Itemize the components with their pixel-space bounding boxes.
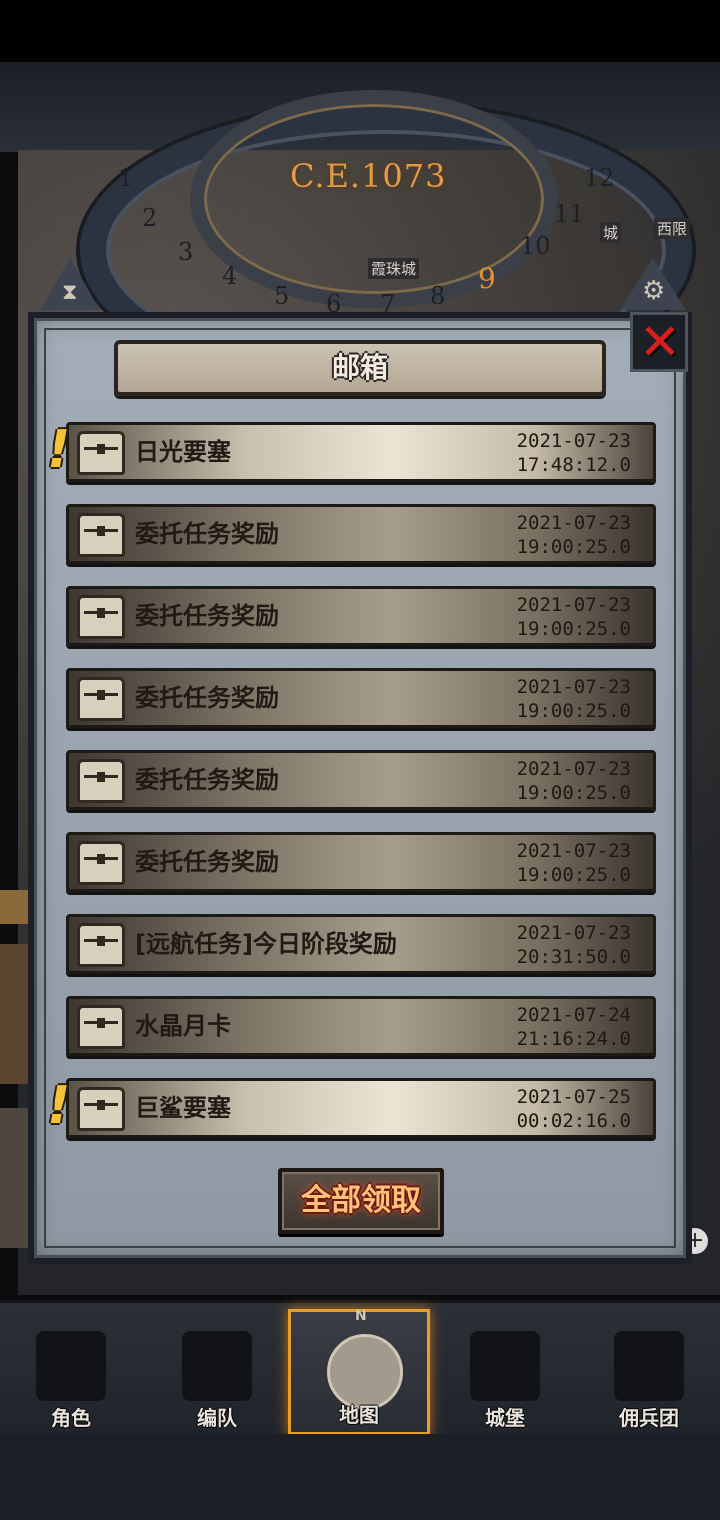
nav-label: 编队 <box>197 1406 237 1430</box>
selected-month[interactable]: 9 <box>478 262 496 295</box>
mail-timestamp: 2021-07-23 20:31:50.0 <box>516 922 631 968</box>
chest-icon <box>77 1005 125 1049</box>
dial-number: 8 <box>430 282 446 310</box>
exclamation-icon: ! <box>41 1076 76 1136</box>
mail-title: 委托任务奖励 <box>135 602 279 630</box>
mail-timestamp: 2021-07-25 00:02:16.0 <box>516 1086 631 1132</box>
tab-mercenary[interactable]: 佣兵团 <box>578 1309 720 1435</box>
dial-number: 5 <box>274 282 290 310</box>
mail-title: 委托任务奖励 <box>135 848 279 876</box>
dial-number: 4 <box>222 262 238 290</box>
mail-item[interactable]: 委托任务奖励 2021-07-23 19:00:25.0 <box>66 750 656 810</box>
mail-timestamp: 2021-07-23 19:00:25.0 <box>516 594 631 640</box>
mail-timestamp: 2021-07-23 19:00:25.0 <box>516 758 631 804</box>
chest-icon <box>77 841 125 885</box>
dial-number: 1 <box>118 164 134 192</box>
compass-north-label: N <box>355 1308 367 1324</box>
tab-castle[interactable]: 城堡 <box>434 1309 576 1435</box>
mail-title: 巨鲨要塞 <box>135 1094 231 1122</box>
castle-icon <box>470 1331 540 1401</box>
mail-item[interactable]: 巨鲨要塞 2021-07-25 00:02:16.0 <box>66 1078 656 1138</box>
nav-label: 城堡 <box>485 1406 525 1430</box>
dial-number: 3 <box>178 238 194 266</box>
mail-title: 委托任务奖励 <box>135 766 279 794</box>
map-town-label: 霞珠城 <box>368 258 420 279</box>
chest-icon <box>77 595 125 639</box>
chest-icon <box>77 923 125 967</box>
mail-item[interactable]: 水晶月卡 2021-07-24 21:16:24.0 <box>66 996 656 1056</box>
dial-number: 11 <box>554 200 585 228</box>
chest-icon <box>77 431 125 475</box>
era-year: C.E.1073 <box>290 157 447 195</box>
mail-title: 委托任务奖励 <box>135 520 279 548</box>
mail-title: 日光要塞 <box>135 438 231 466</box>
tab-formation[interactable]: 编队 <box>146 1309 288 1435</box>
nav-label: 地图 <box>339 1403 379 1427</box>
side-portrait[interactable] <box>0 944 30 1084</box>
mail-timestamp: 2021-07-23 19:00:25.0 <box>516 512 631 558</box>
mail-timestamp: 2021-07-23 19:00:25.0 <box>516 676 631 722</box>
map-town-label: 西限 <box>654 218 691 239</box>
mail-title: 水晶月卡 <box>135 1012 231 1040</box>
nav-label: 角色 <box>51 1406 91 1430</box>
chest-icon <box>77 1087 125 1131</box>
banner-icon <box>614 1331 684 1401</box>
close-icon: ✕ <box>639 313 681 371</box>
dial-number: 10 <box>520 232 551 260</box>
claim-all-label: 全部领取 <box>301 1183 421 1218</box>
mail-title: [远航任务]今日阶段奖励 <box>135 930 397 958</box>
claim-all-button[interactable]: 全部领取 <box>278 1168 444 1234</box>
side-target-icon[interactable] <box>0 890 30 924</box>
mail-timestamp: 2021-07-23 19:00:25.0 <box>516 840 631 886</box>
system-nav-area <box>0 1434 720 1520</box>
chest-icon <box>77 759 125 803</box>
side-portrait[interactable] <box>0 1108 30 1248</box>
mail-item[interactable]: 委托任务奖励 2021-07-23 19:00:25.0 <box>66 504 656 564</box>
status-bar <box>0 0 720 62</box>
mail-item[interactable]: 委托任务奖励 2021-07-23 19:00:25.0 <box>66 668 656 728</box>
mail-item[interactable]: [远航任务]今日阶段奖励 2021-07-23 20:31:50.0 <box>66 914 656 974</box>
map-town-label: 城 <box>600 222 622 243</box>
dial-number: 2 <box>142 204 158 232</box>
mail-timestamp: 2021-07-24 21:16:24.0 <box>516 1004 631 1050</box>
bottom-nav: 角色 编队 N 地图 城堡 佣兵团 <box>0 1300 720 1437</box>
nav-label: 佣兵团 <box>619 1406 679 1430</box>
mailbox-title-banner: 邮箱 <box>114 340 606 396</box>
knight-icon <box>36 1331 106 1401</box>
mail-item[interactable]: 委托任务奖励 2021-07-23 19:00:25.0 <box>66 832 656 892</box>
helmet-icon <box>182 1331 252 1401</box>
mail-title: 委托任务奖励 <box>135 684 279 712</box>
mail-item[interactable]: 委托任务奖励 2021-07-23 19:00:25.0 <box>66 586 656 646</box>
dial-number: 12 <box>584 164 615 192</box>
tab-map[interactable]: N 地图 <box>288 1308 430 1435</box>
close-button[interactable]: ✕ <box>630 312 688 372</box>
mailbox-title: 邮箱 <box>331 351 388 384</box>
chest-icon <box>77 677 125 721</box>
chest-icon <box>77 513 125 557</box>
mail-timestamp: 2021-07-23 17:48:12.0 <box>516 430 631 476</box>
exclamation-icon: ! <box>41 420 76 480</box>
tab-character[interactable]: 角色 <box>0 1309 142 1435</box>
mail-item[interactable]: 日光要塞 2021-07-23 17:48:12.0 <box>66 422 656 482</box>
